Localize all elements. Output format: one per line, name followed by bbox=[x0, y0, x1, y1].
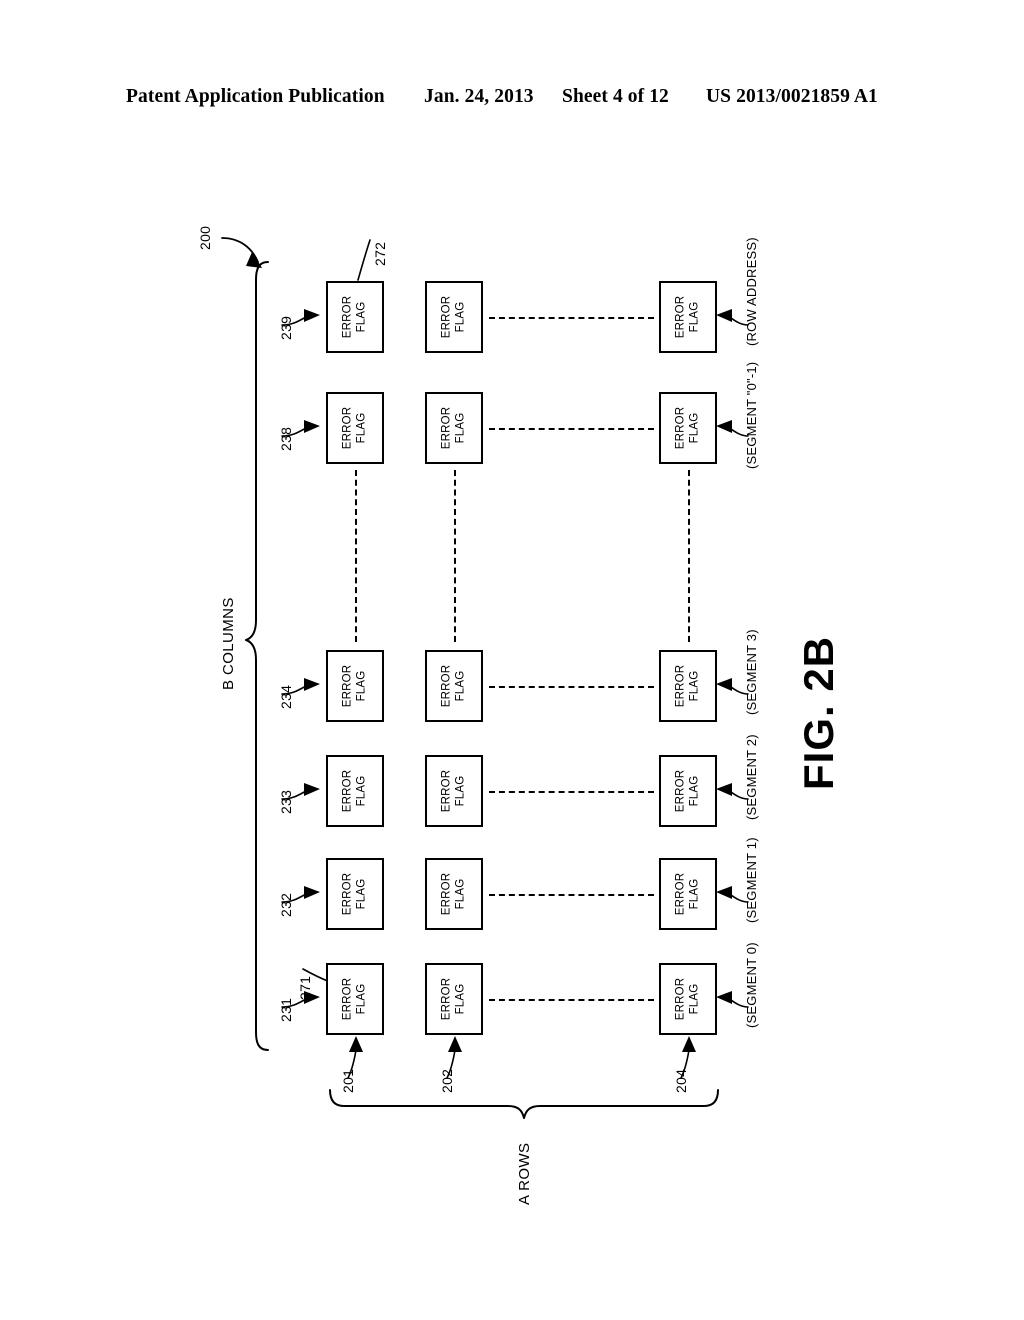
error-flag-box: ERROR FLAG bbox=[425, 392, 483, 464]
error-flag-label: ERROR FLAG bbox=[440, 406, 467, 450]
error-flag-label: ERROR FLAG bbox=[440, 872, 467, 916]
segment-label-0: (SEGMENT 0) bbox=[744, 942, 759, 1028]
callout-271: 271 bbox=[297, 975, 313, 1000]
error-flag-label: ERROR FLAG bbox=[341, 872, 368, 916]
row-continuation-dashes bbox=[489, 791, 654, 793]
error-flag-box: ERROR FLAG bbox=[425, 963, 483, 1035]
figure-line-art bbox=[221, 237, 749, 1119]
patent-figure: ERROR FLAG ERROR FLAG ERROR FLAG ERROR FLAG … bbox=[0, 0, 1024, 1320]
error-flag-box: ERROR FLAG bbox=[659, 392, 717, 464]
error-flag-box: ERROR FLAG bbox=[425, 650, 483, 722]
row-continuation-dashes bbox=[489, 999, 654, 1001]
error-flag-label: ERROR FLAG bbox=[674, 406, 701, 450]
segment-label-0-minus-1: (SEGMENT "0"-1) bbox=[744, 361, 759, 469]
column-ref-238: 238 bbox=[278, 426, 294, 451]
error-flag-box: ERROR FLAG bbox=[326, 281, 384, 353]
error-flag-label: ERROR FLAG bbox=[440, 664, 467, 708]
row-ref-202: 202 bbox=[439, 1068, 455, 1093]
row-continuation-dashes bbox=[489, 317, 654, 319]
figure-caption: FIG. 2B bbox=[795, 635, 842, 790]
error-flag-label: ERROR FLAG bbox=[341, 664, 368, 708]
error-flag-box: ERROR FLAG bbox=[326, 392, 384, 464]
error-flag-label: ERROR FLAG bbox=[674, 977, 701, 1021]
error-flag-label: ERROR FLAG bbox=[440, 295, 467, 339]
callout-272: 272 bbox=[372, 241, 388, 266]
error-flag-label: ERROR FLAG bbox=[440, 769, 467, 813]
column-continuation-dashes bbox=[688, 470, 690, 642]
row-continuation-dashes bbox=[489, 686, 654, 688]
error-flag-box: ERROR FLAG bbox=[659, 650, 717, 722]
error-flag-box: ERROR FLAG bbox=[425, 858, 483, 930]
a-rows-label: A ROWS bbox=[516, 1142, 533, 1205]
error-flag-label: ERROR FLAG bbox=[674, 872, 701, 916]
error-flag-box: ERROR FLAG bbox=[326, 858, 384, 930]
segment-label-row-address: (ROW ADDRESS) bbox=[744, 237, 759, 346]
error-flag-box: ERROR FLAG bbox=[425, 281, 483, 353]
error-flag-box: ERROR FLAG bbox=[326, 650, 384, 722]
error-flag-label: ERROR FLAG bbox=[341, 406, 368, 450]
error-flag-label: ERROR FLAG bbox=[674, 769, 701, 813]
column-ref-231: 231 bbox=[278, 997, 294, 1022]
column-ref-233: 233 bbox=[278, 789, 294, 814]
error-flag-label: ERROR FLAG bbox=[341, 977, 368, 1021]
error-flag-box: ERROR FLAG bbox=[326, 755, 384, 827]
error-flag-label: ERROR FLAG bbox=[440, 977, 467, 1021]
segment-label-2: (SEGMENT 2) bbox=[744, 734, 759, 820]
error-flag-label: ERROR FLAG bbox=[674, 664, 701, 708]
error-flag-label: ERROR FLAG bbox=[674, 295, 701, 339]
row-continuation-dashes bbox=[489, 428, 654, 430]
error-flag-box: ERROR FLAG bbox=[425, 755, 483, 827]
b-columns-label: B COLUMNS bbox=[220, 597, 237, 690]
column-ref-232: 232 bbox=[278, 892, 294, 917]
column-ref-239: 239 bbox=[278, 315, 294, 340]
error-flag-box: ERROR FLAG bbox=[659, 755, 717, 827]
row-ref-201: 201 bbox=[340, 1068, 356, 1093]
segment-label-1: (SEGMENT 1) bbox=[744, 837, 759, 923]
row-continuation-dashes bbox=[489, 894, 654, 896]
error-flag-box: ERROR FLAG bbox=[659, 858, 717, 930]
error-flag-label: ERROR FLAG bbox=[341, 769, 368, 813]
column-ref-234: 234 bbox=[278, 684, 294, 709]
error-flag-box: ERROR FLAG bbox=[326, 963, 384, 1035]
column-continuation-dashes bbox=[355, 470, 357, 642]
error-flag-box: ERROR FLAG bbox=[659, 963, 717, 1035]
column-continuation-dashes bbox=[454, 470, 456, 642]
row-ref-204: 204 bbox=[673, 1068, 689, 1093]
error-flag-label: ERROR FLAG bbox=[341, 295, 368, 339]
system-reference-200: 200 bbox=[197, 225, 213, 250]
error-flag-box: ERROR FLAG bbox=[659, 281, 717, 353]
segment-label-3: (SEGMENT 3) bbox=[744, 629, 759, 715]
